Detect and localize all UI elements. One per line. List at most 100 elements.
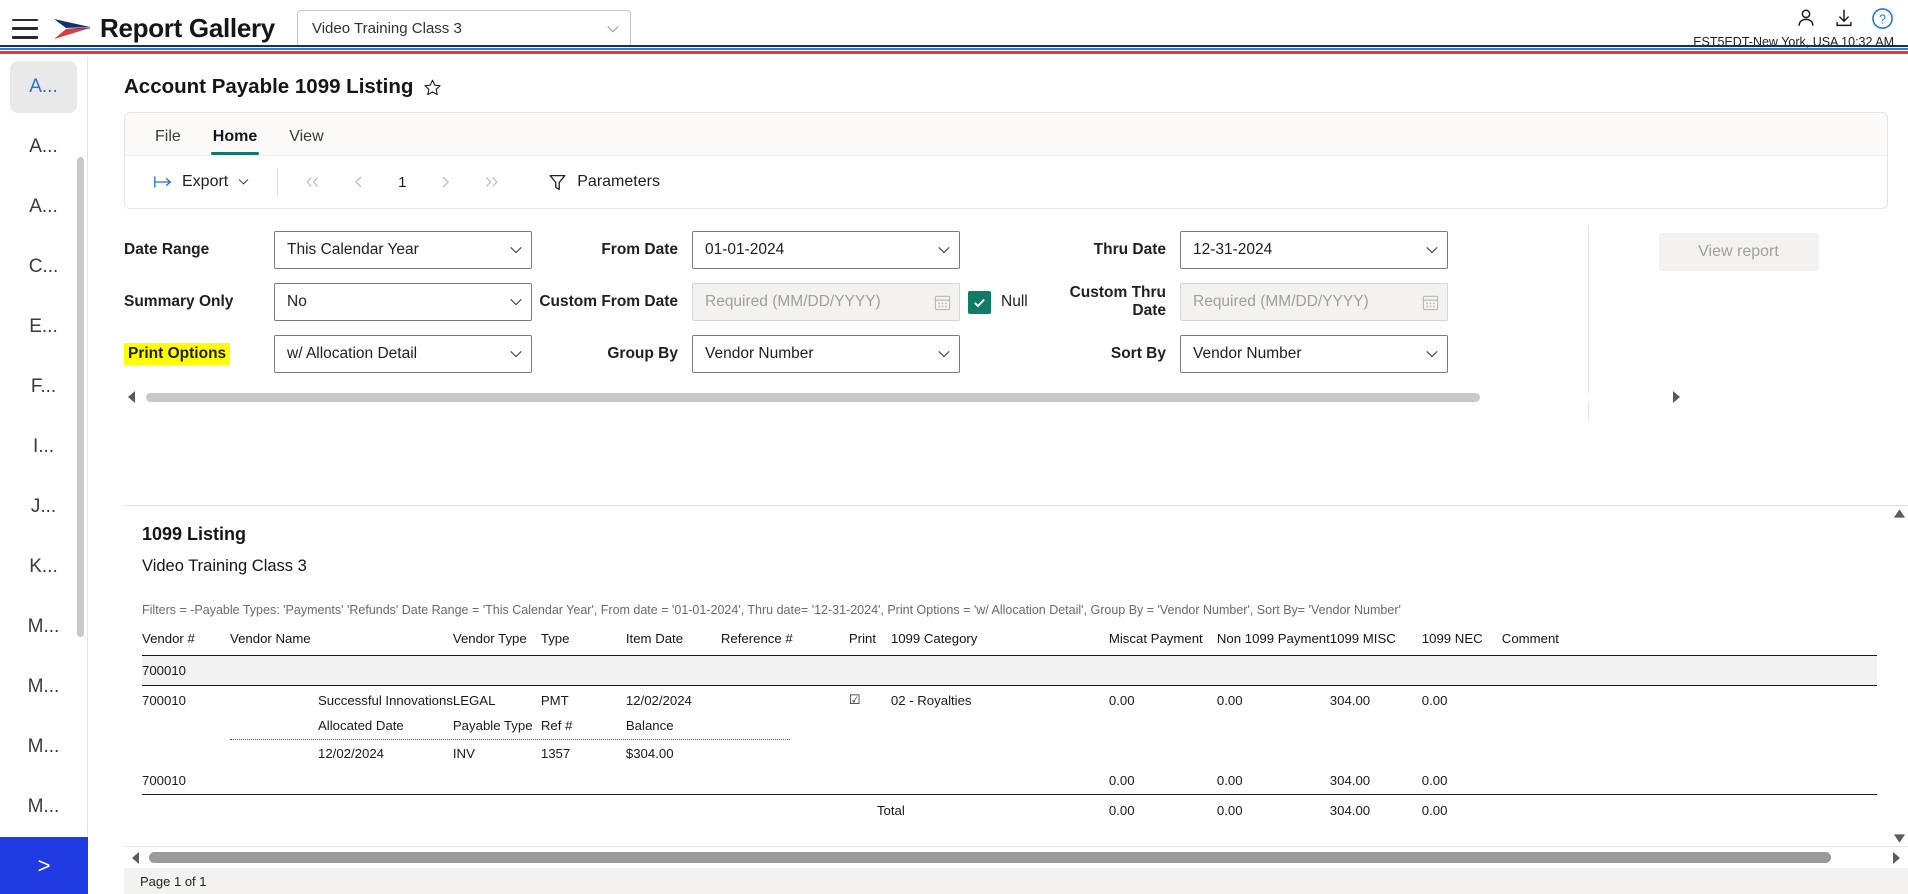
alloc-row-filler	[721, 740, 1877, 767]
chevron-down-icon	[937, 243, 951, 257]
check-icon	[974, 298, 985, 307]
thru-date-label: Thru Date	[1093, 241, 1166, 258]
sort-by-select[interactable]: Vendor Number	[1180, 335, 1448, 373]
null-checkbox[interactable]	[968, 290, 991, 314]
rail-item-6[interactable]: I...	[0, 417, 87, 477]
rail-item-3[interactable]: C...	[0, 237, 87, 297]
chevron-down-icon	[237, 175, 251, 189]
hamburger-menu-icon[interactable]	[12, 18, 38, 39]
custom-from-date-input[interactable]: Required (MM/DD/YYYY)	[692, 283, 960, 321]
scroll-track[interactable]	[146, 392, 1662, 402]
rail-item-5[interactable]: F...	[0, 357, 87, 417]
scroll-thumb[interactable]	[149, 852, 1831, 863]
summary-only-select[interactable]: No	[274, 283, 532, 321]
rail-item-11[interactable]: M...	[0, 717, 87, 777]
chevron-down-icon	[1425, 347, 1439, 361]
scroll-left-arrow-icon[interactable]	[128, 850, 144, 866]
brand-accent-rule	[0, 45, 1908, 57]
page-number-input[interactable]: 1	[384, 174, 420, 191]
custom-thru-date-placeholder: Required (MM/DD/YYYY)	[1193, 293, 1369, 310]
last-page-button[interactable]	[470, 166, 512, 198]
rail-item-10[interactable]: M...	[0, 657, 87, 717]
date-range-select[interactable]: This Calendar Year	[274, 231, 532, 269]
context-select-value: Video Training Class 3	[311, 20, 462, 37]
scroll-right-arrow-icon[interactable]	[1888, 850, 1904, 866]
custom-from-date-label: Custom From Date	[539, 293, 678, 310]
rail-item-12[interactable]: M...	[0, 777, 87, 837]
group-by-select[interactable]: Vendor Number	[692, 335, 960, 373]
report-vertical-scrollbar[interactable]	[1890, 506, 1908, 846]
calendar-icon	[934, 295, 951, 310]
page-title: Account Payable 1099 Listing	[124, 75, 414, 98]
alloc-cell-payable-type: INV	[452, 746, 475, 761]
parameter-horizontal-scrollbar	[124, 387, 1684, 407]
tab-view[interactable]: View	[275, 128, 337, 155]
help-icon[interactable]: ?	[1871, 7, 1894, 30]
star-icon[interactable]	[423, 78, 442, 97]
parameters-label: Parameters	[577, 173, 660, 190]
left-rail-nav: A... A... A... C... E... F... I... J... …	[0, 57, 88, 837]
rail-item-1[interactable]: A...	[0, 117, 87, 177]
alloc-col-ref: Ref #	[540, 718, 573, 733]
rail-item-label: M...	[27, 616, 60, 637]
page-navigation: 1	[292, 166, 512, 198]
print-options-select[interactable]: w/ Allocation Detail	[274, 335, 532, 373]
cell-1099-nec: 0.00	[1421, 692, 1448, 708]
scroll-down-arrow-icon[interactable]	[1893, 833, 1906, 844]
group-header-row: 700010	[142, 655, 1877, 686]
tab-home[interactable]: Home	[199, 128, 271, 155]
rail-item-4[interactable]: E...	[0, 297, 87, 357]
sort-by-label: Sort By	[1110, 345, 1166, 362]
cell-1099-misc: 304.00	[1329, 692, 1371, 708]
user-icon[interactable]	[1795, 7, 1817, 29]
next-page-button[interactable]	[424, 166, 466, 198]
scroll-thumb[interactable]	[146, 392, 1481, 402]
col-vendor-number: Vendor #	[142, 631, 195, 646]
scroll-up-arrow-icon[interactable]	[1893, 508, 1906, 519]
rail-item-9[interactable]: M...	[0, 597, 87, 657]
col-1099-nec: 1099 NEC	[1421, 631, 1483, 646]
download-icon[interactable]	[1833, 7, 1855, 29]
parameters-button[interactable]: Parameters	[538, 167, 670, 198]
tab-file[interactable]: File	[141, 128, 195, 155]
first-page-button[interactable]	[292, 166, 334, 198]
from-date-select[interactable]: 01-01-2024	[692, 231, 960, 269]
rail-item-2[interactable]: A...	[0, 177, 87, 237]
export-button[interactable]: Export	[141, 167, 263, 197]
rail-item-8[interactable]: K...	[0, 537, 87, 597]
scroll-right-arrow-icon[interactable]	[1668, 389, 1684, 405]
custom-thru-date-input[interactable]: Required (MM/DD/YYYY)	[1180, 283, 1448, 321]
cell-miscat-payment: 0.00	[1108, 692, 1135, 708]
rail-item-7[interactable]: J...	[0, 477, 87, 537]
rail-item-label: J...	[30, 496, 57, 517]
scroll-left-arrow-icon[interactable]	[124, 389, 140, 405]
group-total-filler	[230, 767, 1109, 795]
report-status-bar: Page 1 of 1	[124, 868, 1908, 894]
ribbon-command-bar: Export 1 Parameters	[125, 155, 1887, 208]
previous-page-button[interactable]	[338, 166, 380, 198]
rail-expand-button[interactable]: >	[0, 837, 88, 894]
grand-total-non-1099: 0.00	[1216, 794, 1330, 824]
double-chevron-left-icon	[306, 177, 319, 187]
summary-only-value: No	[287, 293, 307, 310]
grand-total-filler	[142, 794, 849, 824]
application-root: Report Gallery Video Training Class 3 ? …	[0, 0, 1908, 894]
rail-item-label: C...	[28, 256, 59, 277]
brand-logo-icon	[54, 18, 90, 39]
null-checkbox-group: Null	[960, 290, 1032, 314]
rail-item-label: M...	[27, 676, 60, 697]
chevron-down-icon	[606, 22, 620, 36]
rail-scrollbar-thumb[interactable]	[77, 157, 84, 637]
thru-date-select[interactable]: 12-31-2024	[1180, 231, 1448, 269]
group-total-nec: 0.00	[1421, 773, 1448, 788]
view-report-button[interactable]: View report	[1658, 233, 1819, 271]
col-vendor-name: Vendor Name	[230, 631, 311, 646]
main-panel: Account Payable 1099 Listing File Home V…	[88, 57, 1908, 894]
rail-item-label: F...	[30, 376, 57, 397]
context-select[interactable]: Video Training Class 3	[296, 10, 631, 47]
scroll-track[interactable]	[149, 852, 1883, 863]
cell-print-checkbox: ☑	[848, 692, 861, 707]
print-options-label-cell: Print Options	[124, 343, 274, 365]
rail-item-0[interactable]: A...	[0, 57, 87, 117]
grand-total-label: Total	[848, 794, 1109, 824]
